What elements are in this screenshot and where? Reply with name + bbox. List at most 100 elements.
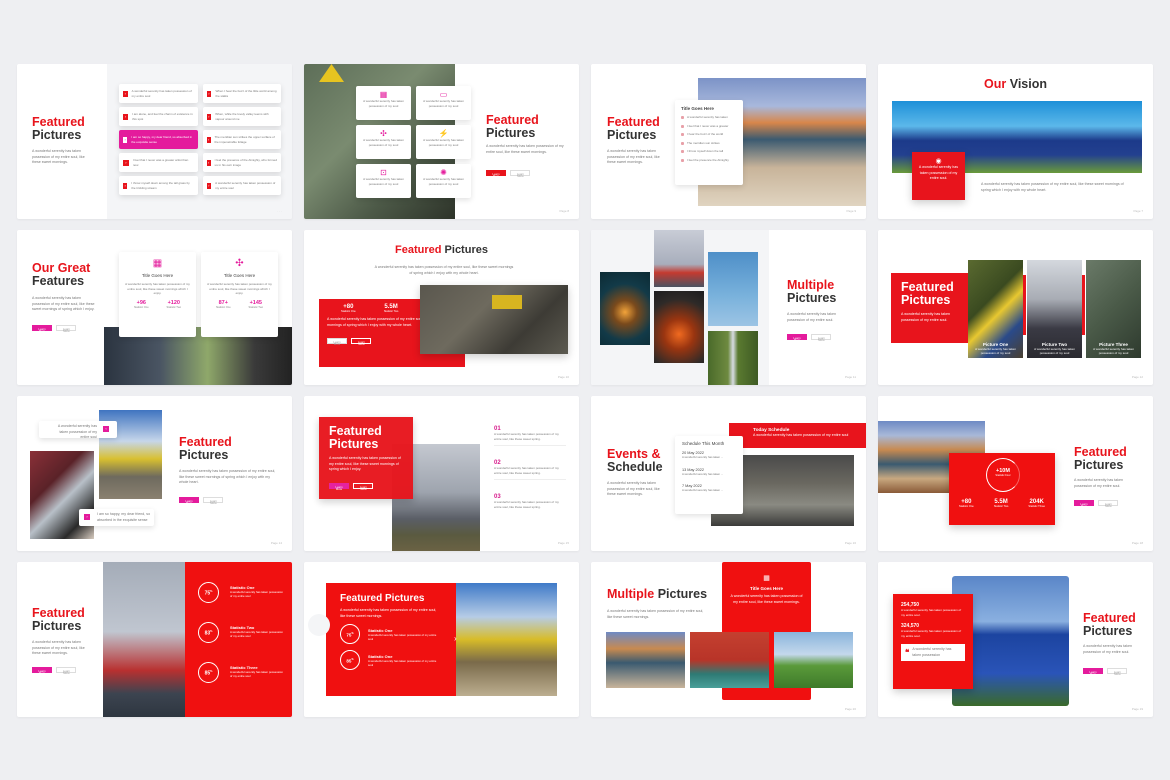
slide-5[interactable]: Our Great Features A wonderful serenity h…	[17, 230, 292, 385]
slide-description: A wonderful serenity has taken possessio…	[607, 149, 660, 164]
stat-label: Statistic One	[215, 306, 231, 309]
chevron-right-icon: ›	[123, 182, 128, 189]
list-item[interactable]: › I throw myself down among the tall gras…	[119, 176, 198, 195]
stat-item: 324,570 A wonderful serenity has taken po…	[901, 623, 965, 638]
callout-text: A wonderful serenity has taken possessio…	[57, 424, 97, 439]
learn-more-button[interactable]: Learn More	[32, 325, 52, 332]
callout-card: › I am so happy, my dear friend, so abso…	[79, 509, 154, 526]
slide-title-dark: Pictures	[787, 291, 837, 305]
slide-4[interactable]: Our Vision ◉ A wonderful serenity has ta…	[878, 64, 1153, 219]
slide-title-red: Multiple	[607, 587, 655, 601]
progress-ring: +10M Statistic Four	[986, 458, 1020, 492]
slide-1[interactable]: Featured Pictures A wonderful serenity ha…	[17, 64, 292, 219]
gear-icon: ✺	[440, 168, 447, 177]
list-item[interactable]: › I feel the presence of the Almighty, wh…	[202, 153, 281, 172]
slide-15[interactable]: ▦ Title Goes Here A wonderful serenity h…	[591, 562, 866, 717]
learn-more-button-outline[interactable]: Learn More	[56, 325, 77, 332]
slide-16[interactable]: 254,750 A wonderful serenity has taken po…	[878, 562, 1153, 717]
quote-icon: ❝	[905, 648, 910, 657]
stat-text: A wonderful serenity has taken possessio…	[230, 630, 283, 638]
list-item[interactable]: › When I hear the buzz of the little worl…	[202, 84, 281, 103]
slide-11[interactable]: Today Schedule A wonderful serenity has …	[591, 396, 866, 551]
percent-unit: %	[210, 670, 213, 673]
slide-description: A wonderful serenity has taken possessio…	[329, 456, 401, 471]
mining-photo	[420, 285, 568, 354]
slide-2[interactable]: ▦ A wonderful serenity has taken possessi…	[304, 64, 579, 219]
list-item[interactable]: › I am alone, and feel the charm of exist…	[119, 107, 198, 126]
quote-box: ❝ A wonderful serenity has taken possess…	[901, 644, 965, 661]
slide-description: A wonderful serenity has taken possessio…	[340, 608, 437, 618]
feature-card: ✣ Title Goes Here A wonderful serenity has…	[201, 252, 278, 337]
slide-7[interactable]: Multiple Pictures A wonderful serenity ha…	[591, 230, 866, 385]
list-item[interactable]: › The meridian sun strikes the upper surf…	[202, 130, 281, 149]
list-item-text: I am so happy, my dear friend, so absorb…	[131, 135, 193, 144]
learn-more-button-outline[interactable]: Learn More	[56, 667, 77, 674]
slide-8[interactable]: Featured Pictures A wonderful serenity ha…	[878, 230, 1153, 385]
learn-more-button-outline[interactable]: Learn More	[1098, 500, 1119, 507]
excavator-shape	[492, 295, 522, 309]
learn-more-button[interactable]: Learn More	[787, 334, 807, 341]
slide-13[interactable]: 75% Statistic One A wonderful serenity has…	[17, 562, 292, 717]
bullet-text: The meridian sun strikes	[687, 140, 720, 145]
main-stat-label: Statistic Four	[995, 474, 1011, 477]
slide-title-dark: Pictures	[657, 587, 708, 601]
slide-10[interactable]: Featured Pictures A wonderful serenity ha…	[304, 396, 579, 551]
list-item[interactable]: › When, while the lovely valley teems wit…	[202, 107, 281, 126]
light-bulb-photo	[600, 272, 650, 345]
vision-box: ◉ A wonderful serenity has taken possess…	[912, 152, 965, 200]
learn-more-button[interactable]: Learn More	[486, 170, 506, 177]
month-schedule-title: Schedule This Month	[682, 441, 725, 446]
item-text: A wonderful serenity has taken possessio…	[494, 432, 559, 441]
learn-more-button-outline[interactable]: Learn More	[510, 170, 531, 177]
street-lamp-photo	[708, 252, 758, 326]
learn-more-button[interactable]: Learn More	[1083, 668, 1103, 675]
icon-card: ▭ A wonderful serenity has taken possessi…	[416, 86, 471, 120]
feature-card-text: A wonderful serenity has taken possessio…	[125, 282, 190, 295]
learn-more-button-outline[interactable]: Learn More	[1107, 668, 1128, 675]
learn-more-button-outline[interactable]: Learn More	[203, 497, 224, 504]
slide-description: A wonderful serenity has taken possessio…	[607, 481, 660, 496]
wind-turbine-icon: ✣	[235, 258, 244, 269]
slide-12[interactable]: +10M Statistic Four +80 Statistic One 5.5M…	[878, 396, 1153, 551]
warning-sign-icon	[319, 64, 344, 82]
learn-more-button-outline[interactable]: Learn More	[351, 338, 372, 345]
learn-more-button[interactable]: Learn More	[329, 482, 349, 490]
event-text: A wonderful serenity has taken ...	[682, 455, 724, 459]
page-number: Page 15	[557, 541, 569, 545]
slide-title-dark: Pictures	[1083, 624, 1133, 638]
stats-box: 254,750 A wonderful serenity has taken po…	[893, 594, 973, 689]
learn-more-button[interactable]: Learn More	[179, 497, 199, 504]
learn-more-button-outline[interactable]: Learn More	[353, 482, 374, 490]
today-schedule-text: A wonderful serenity has taken possessio…	[753, 433, 849, 437]
learn-more-button[interactable]: Learn More	[32, 667, 52, 674]
bullet-text: I feel that I never was a greater	[687, 123, 729, 128]
list-item-text: I feel that I never was a greater artist…	[132, 158, 189, 167]
list-item[interactable]: › A wonderful serenity has taken possessi…	[119, 84, 198, 103]
slide-14[interactable]: Featured Pictures A wonderful serenity h…	[304, 562, 579, 717]
list-item[interactable]: › A wonderful serenity has taken possessi…	[202, 176, 281, 195]
callout-card: A wonderful serenity has taken possessio…	[39, 421, 117, 439]
event-text: A wonderful serenity has taken ...	[682, 471, 724, 476]
page-number: Page 9	[846, 209, 856, 213]
learn-more-button-outline[interactable]: Learn More	[811, 334, 832, 341]
eye-icon: ◉	[935, 158, 942, 165]
slide-6[interactable]: Featured Pictures A wonderful serenity h…	[304, 230, 579, 385]
monitor-icon: ▭	[439, 90, 448, 99]
page-number: Page 16	[844, 541, 856, 545]
wind-farm-photo	[774, 632, 853, 688]
learn-more-button[interactable]: Learn More	[1074, 500, 1094, 507]
list-item[interactable]: › I feel that I never was a greater artis…	[119, 153, 198, 172]
page-number: Page 8	[559, 209, 569, 213]
event-item: 13 May 2022 A wonderful serenity has take…	[682, 468, 736, 478]
slide-9[interactable]: A wonderful serenity has taken possessio…	[17, 396, 292, 551]
stat-label: Statistic Two	[993, 505, 1009, 508]
bullet-icon	[681, 141, 684, 145]
percent-unit: %	[351, 632, 354, 635]
slide-3[interactable]: Featured Pictures A wonderful serenity ha…	[591, 64, 866, 219]
bullet-text: I throw myself down the tall	[687, 149, 724, 153]
bullet-text: I hear the buzz of the world	[687, 132, 724, 136]
learn-more-button[interactable]: Learn More	[327, 338, 347, 345]
title-box: Featured Pictures A wonderful serenity ha…	[319, 417, 413, 499]
slide-description: A wonderful serenity has taken possessio…	[1074, 478, 1123, 488]
list-item[interactable]: › I am so happy, my dear friend, so absor…	[119, 130, 198, 149]
